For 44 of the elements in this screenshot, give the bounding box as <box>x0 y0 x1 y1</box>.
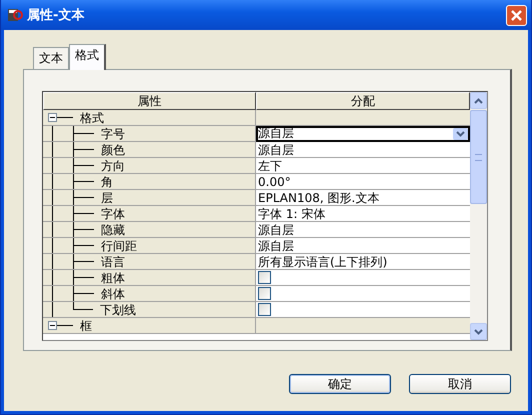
property-value[interactable]: EPLAN108, 图形.文本 <box>258 190 380 206</box>
property-label: 方向 <box>101 158 125 173</box>
property-label: 隐藏 <box>101 222 125 237</box>
window-title: 属性-文本 <box>27 6 86 24</box>
collapse-icon[interactable] <box>48 113 57 122</box>
property-value[interactable]: 0.00° <box>258 174 291 190</box>
chevron-down-icon[interactable] <box>456 130 465 136</box>
ok-button[interactable]: 确定 <box>289 374 391 394</box>
property-label: 层 <box>101 190 113 205</box>
chevron-up-icon[interactable] <box>474 98 483 104</box>
property-label: 斜体 <box>101 286 125 301</box>
checkbox[interactable] <box>258 271 271 284</box>
property-label: 角 <box>101 174 113 189</box>
group-label: 格式 <box>80 110 104 125</box>
property-value[interactable]: 所有显示语言(上下排列) <box>258 254 388 270</box>
property-label: 颜色 <box>101 142 125 157</box>
property-value[interactable]: 源自层 <box>258 142 294 158</box>
property-label: 下划线 <box>100 302 136 317</box>
property-label: 字体 <box>101 206 125 221</box>
tab[interactable]: 文本 <box>33 47 69 69</box>
checkbox[interactable] <box>258 303 271 316</box>
chevron-down-icon[interactable] <box>474 328 483 334</box>
property-value[interactable]: 左下 <box>258 158 282 174</box>
property-value[interactable]: 字体 1: 宋体 <box>258 206 326 222</box>
app-icon <box>7 7 23 23</box>
group-label: 框 <box>80 318 92 333</box>
scroll-up-button[interactable] <box>470 92 487 109</box>
tab[interactable]: 格式 <box>69 44 106 70</box>
collapse-icon[interactable] <box>48 321 57 330</box>
checkbox[interactable] <box>258 287 271 300</box>
column-header[interactable]: 分配 <box>256 92 470 110</box>
property-value[interactable]: 源自层 <box>258 222 294 238</box>
property-value[interactable]: 源自层 <box>258 238 294 254</box>
property-label: 行间距 <box>101 238 137 253</box>
property-label: 粗体 <box>101 270 125 285</box>
property-label: 字号 <box>101 126 125 141</box>
property-label: 语言 <box>101 254 125 269</box>
vertical-scrollbar[interactable] <box>470 92 487 340</box>
close-icon[interactable] <box>510 8 523 22</box>
scroll-thumb[interactable] <box>470 110 487 204</box>
column-header[interactable]: 属性 <box>43 92 256 110</box>
scroll-down-button[interactable] <box>470 323 487 340</box>
cancel-button[interactable]: 取消 <box>409 374 511 394</box>
close-button[interactable] <box>506 4 527 26</box>
